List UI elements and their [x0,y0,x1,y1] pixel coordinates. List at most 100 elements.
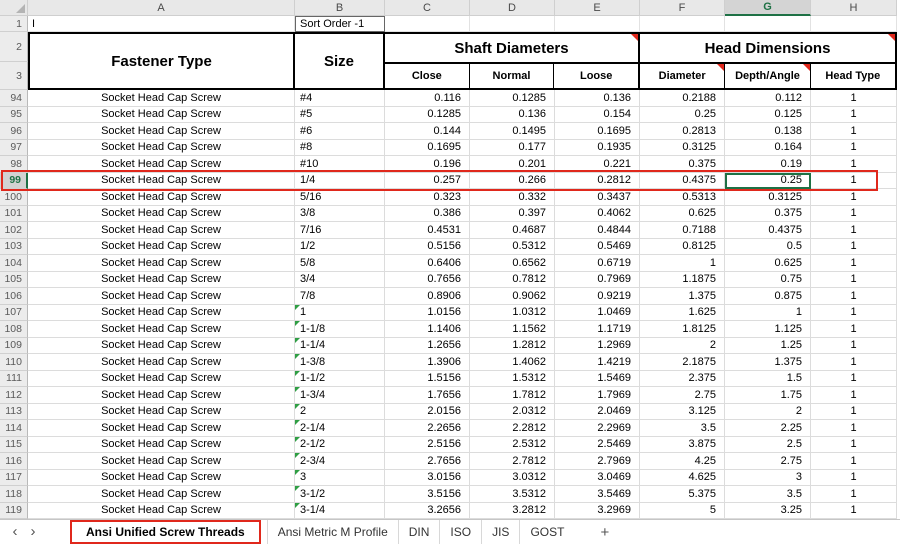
cell-normal[interactable]: 1.4062 [470,354,555,371]
cell-head-type[interactable]: 1 [811,321,897,338]
cell-close[interactable]: 2.2656 [385,420,470,437]
cell-diameter[interactable]: 5 [640,502,725,519]
sheet-tab[interactable]: DIN [397,520,440,544]
cell-depth-angle[interactable]: 2.5 [725,436,811,453]
row-header[interactable]: 115 [0,436,28,453]
cell-fastener-type[interactable]: Socket Head Cap Screw [28,90,295,107]
select-all-button[interactable] [0,0,28,16]
cell-fastener-type[interactable]: Socket Head Cap Screw [28,403,295,420]
cell-fastener-type[interactable]: Socket Head Cap Screw [28,189,295,206]
header-fastener-type[interactable]: Fastener Type [28,32,295,90]
column-header-b[interactable]: B [295,0,385,16]
cell-depth-angle[interactable]: 3 [725,469,811,486]
cell-loose[interactable]: 0.9219 [555,288,640,305]
column-header-f[interactable]: F [640,0,725,16]
cell-loose[interactable]: 0.136 [555,90,640,107]
cell-head-type[interactable]: 1 [811,139,897,156]
cell-depth-angle[interactable]: 0.375 [725,205,811,222]
cell-normal[interactable]: 3.0312 [470,469,555,486]
cell-close[interactable]: 1.3906 [385,354,470,371]
row-header[interactable]: 111 [0,370,28,387]
cell-depth-angle[interactable]: 0.125 [725,106,811,123]
cell-size[interactable]: 3-1/4 [295,502,385,519]
cell-size[interactable]: 3/8 [295,205,385,222]
cell-diameter[interactable]: 4.25 [640,453,725,470]
column-header-c[interactable]: C [385,0,470,16]
cell-fastener-type[interactable]: Socket Head Cap Screw [28,222,295,239]
cell-size[interactable]: 2-1/2 [295,436,385,453]
cell-normal[interactable]: 1.2812 [470,337,555,354]
cell-normal[interactable]: 0.177 [470,139,555,156]
cell-fastener-type[interactable]: Socket Head Cap Screw [28,288,295,305]
cell-diameter[interactable]: 0.2813 [640,123,725,140]
row-header[interactable]: 98 [0,156,28,173]
cell-head-type[interactable]: 1 [811,172,897,189]
cell-loose[interactable]: 1.7969 [555,387,640,404]
cell-loose[interactable]: 2.0469 [555,403,640,420]
column-header-e[interactable]: E [555,0,640,16]
cell-head-type[interactable]: 1 [811,420,897,437]
cell-head-type[interactable]: 1 [811,123,897,140]
cell-depth-angle[interactable]: 3.25 [725,502,811,519]
sheet-tab[interactable]: Ansi Unified Screw Threads [70,520,261,544]
cell-diameter[interactable]: 2.1875 [640,354,725,371]
cell-size[interactable]: 2 [295,403,385,420]
cell-f1[interactable] [640,16,725,32]
cell-loose[interactable]: 1.1719 [555,321,640,338]
cell-close[interactable]: 1.0156 [385,304,470,321]
cell-fastener-type[interactable]: Socket Head Cap Screw [28,123,295,140]
cell-head-type[interactable]: 1 [811,403,897,420]
cell-fastener-type[interactable]: Socket Head Cap Screw [28,420,295,437]
column-header-d[interactable]: D [470,0,555,16]
cell-normal[interactable]: 3.5312 [470,486,555,503]
row-header[interactable]: 118 [0,486,28,503]
cell-normal[interactable]: 0.5312 [470,238,555,255]
cell-fastener-type[interactable]: Socket Head Cap Screw [28,304,295,321]
cell-fastener-type[interactable]: Socket Head Cap Screw [28,156,295,173]
cell-size[interactable]: 3/4 [295,271,385,288]
cell-diameter[interactable]: 1.1875 [640,271,725,288]
cell-loose[interactable]: 0.154 [555,106,640,123]
cell-depth-angle[interactable]: 0.5 [725,238,811,255]
cell-diameter[interactable]: 1.375 [640,288,725,305]
cell-diameter[interactable]: 0.8125 [640,238,725,255]
row-header[interactable]: 94 [0,90,28,107]
sheet-tab[interactable]: JIS [481,520,519,544]
cell-close[interactable]: 0.1285 [385,106,470,123]
row-header[interactable]: 104 [0,255,28,272]
cell-normal[interactable]: 0.266 [470,172,555,189]
cell-depth-angle[interactable]: 0.112 [725,90,811,107]
cell-close[interactable]: 3.5156 [385,486,470,503]
cell-normal[interactable]: 0.332 [470,189,555,206]
cell-close[interactable]: 0.4531 [385,222,470,239]
cell-diameter[interactable]: 0.3125 [640,139,725,156]
cell-close[interactable]: 2.7656 [385,453,470,470]
cell-depth-angle[interactable]: 0.3125 [725,189,811,206]
cell-normal[interactable]: 0.201 [470,156,555,173]
row-header[interactable]: 114 [0,420,28,437]
cell-normal[interactable]: 0.1285 [470,90,555,107]
cell-normal[interactable]: 0.4687 [470,222,555,239]
header-shaft-diameters[interactable]: Shaft Diameters [385,34,638,62]
cell-normal[interactable]: 3.2812 [470,502,555,519]
cell-diameter[interactable]: 5.375 [640,486,725,503]
cell-head-type[interactable]: 1 [811,189,897,206]
cell-diameter[interactable]: 0.625 [640,205,725,222]
cell-close[interactable]: 0.144 [385,123,470,140]
row-header[interactable]: 96 [0,123,28,140]
cell-head-type[interactable]: 1 [811,354,897,371]
cell-normal[interactable]: 1.1562 [470,321,555,338]
cell-depth-angle[interactable]: 2.75 [725,453,811,470]
cell-size[interactable]: #5 [295,106,385,123]
cell-depth-angle[interactable]: 0.75 [725,271,811,288]
cell-head-type[interactable]: 1 [811,288,897,305]
cell-fastener-type[interactable]: Socket Head Cap Screw [28,354,295,371]
row-header[interactable]: 95 [0,106,28,123]
sheet-tab[interactable]: Ansi Metric M Profile [266,520,398,544]
cell-size[interactable]: #10 [295,156,385,173]
header-head-type[interactable]: Head Type [811,64,895,88]
cell-close[interactable]: 1.5156 [385,370,470,387]
cell-head-type[interactable]: 1 [811,337,897,354]
cell-normal[interactable]: 1.0312 [470,304,555,321]
cell-fastener-type[interactable]: Socket Head Cap Screw [28,321,295,338]
